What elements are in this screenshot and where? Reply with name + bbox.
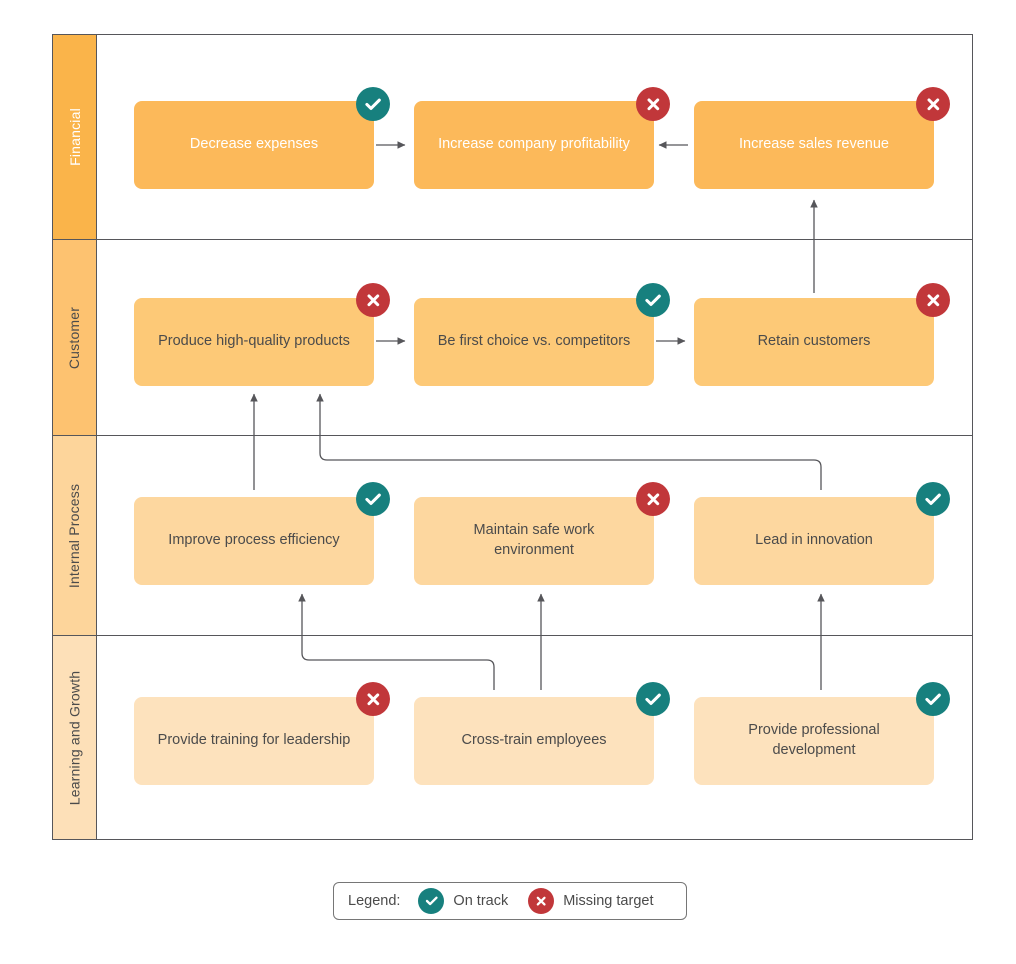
card-retain-customers[interactable]: Retain customers [694,298,934,386]
card-be-first-choice[interactable]: Be first choice vs. competitors [414,298,654,386]
card-label: Improve process efficiency [168,532,340,549]
card-label: Produce high-quality products [158,333,350,350]
status-badge-on-track[interactable] [916,682,950,716]
status-badge-on-track[interactable] [636,283,670,317]
card-label: Be first choice vs. competitors [437,333,631,350]
card-provide-training-for-leadership[interactable]: Provide training for leadership [134,697,374,785]
legend: Legend: On track Missing target [333,882,687,920]
card-label: Increase company profitability [438,136,630,153]
status-badge-on-track[interactable] [356,482,390,516]
legend-missing-target-label: Missing target [563,893,654,909]
lane-label-financial-text: Financial [66,108,83,166]
card-label: Increase sales revenue [739,136,889,153]
lane-body-internal-process: Improve process efficiency Maintain safe… [97,436,972,635]
card-increase-company-profitability[interactable]: Increase company profitability [414,101,654,189]
lane-learning-and-growth: Learning and Growth Provide training for… [53,635,972,839]
lane-label-customer: Customer [53,240,97,435]
card-increase-sales-revenue[interactable]: Increase sales revenue [694,101,934,189]
card-label: Retain customers [757,333,871,350]
lane-body-learning-and-growth: Provide training for leadership Cross-tr… [97,636,972,839]
lane-body-customer: Produce high-quality products Be first c… [97,240,972,435]
status-badge-missing-target[interactable] [916,283,950,317]
status-badge-missing-target[interactable] [356,283,390,317]
lane-label-customer-text: Customer [66,306,83,369]
lane-body-financial: Decrease expenses Increase company profi… [97,35,972,239]
lane-label-learning-and-growth: Learning and Growth [53,636,97,839]
lane-internal-process: Internal Process Improve process efficie… [53,435,972,635]
status-badge-on-track[interactable] [636,682,670,716]
legend-item-on-track: On track [418,888,508,914]
card-label: Provide professional development [748,722,880,758]
card-label: Cross-train employees [461,732,607,749]
lane-financial: Financial Decrease expenses Increase com… [53,35,972,239]
status-badge-missing-target[interactable] [356,682,390,716]
card-maintain-safe-work-environment[interactable]: Maintain safe work environment [414,497,654,585]
lane-label-learning-and-growth-text: Learning and Growth [66,670,83,805]
legend-on-track-label: On track [453,893,509,909]
card-provide-professional-development[interactable]: Provide professional development [694,697,934,785]
lane-label-financial: Financial [53,35,97,239]
status-badge-missing-target[interactable] [636,482,670,516]
legend-title: Legend: [348,893,401,909]
lane-label-internal-process: Internal Process [53,436,97,635]
card-cross-train-employees[interactable]: Cross-train employees [414,697,654,785]
card-lead-in-innovation[interactable]: Lead in innovation [694,497,934,585]
legend-item-missing-target: Missing target [528,888,653,914]
status-badge-on-track[interactable] [916,482,950,516]
card-label: Decrease expenses [189,136,319,153]
card-label: Lead in innovation [755,532,873,549]
card-produce-high-quality-products[interactable]: Produce high-quality products [134,298,374,386]
card-improve-process-efficiency[interactable]: Improve process efficiency [134,497,374,585]
status-badge-missing-target[interactable] [916,87,950,121]
card-decrease-expenses[interactable]: Decrease expenses [134,101,374,189]
card-label: Maintain safe work environment [473,522,595,558]
check-icon [418,888,445,914]
lane-label-internal-process-text: Internal Process [66,483,83,588]
card-label: Provide training for leadership [157,732,351,749]
cross-icon [528,888,555,914]
strategy-map: Financial Decrease expenses Increase com… [52,34,973,840]
status-badge-missing-target[interactable] [636,87,670,121]
status-badge-on-track[interactable] [356,87,390,121]
lane-customer: Customer Produce high-quality products B… [53,239,972,435]
